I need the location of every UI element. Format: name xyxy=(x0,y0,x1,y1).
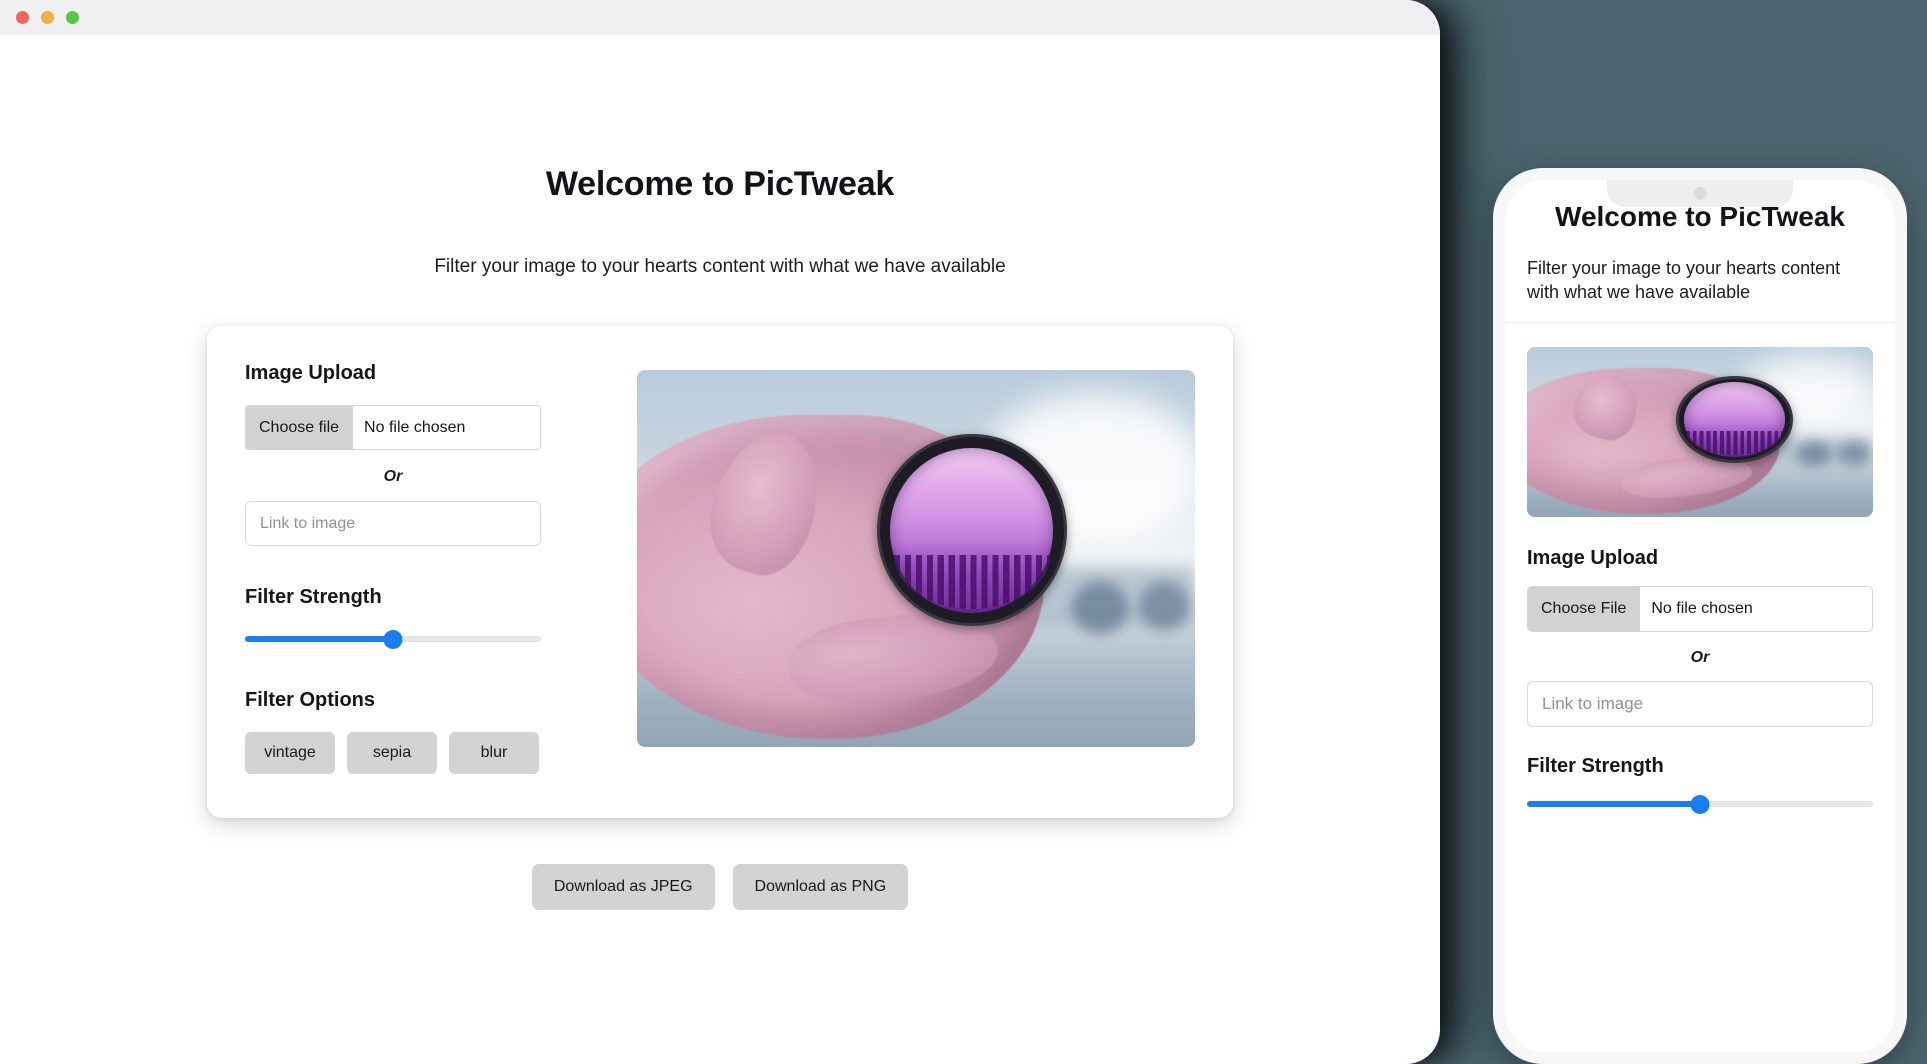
editor-controls-column: Image Upload Choose file No file chosen … xyxy=(245,362,543,774)
filter-strength-heading: Filter Strength xyxy=(245,586,382,608)
mobile-slider-thumb[interactable] xyxy=(1690,794,1710,814)
mobile-photo-background-dot-right xyxy=(1838,442,1870,465)
filter-strength-slider[interactable] xyxy=(245,629,541,649)
mobile-filter-strength-slider[interactable] xyxy=(1527,794,1873,814)
mobile-file-status-label: No file chosen xyxy=(1651,600,1753,618)
spacer-filters xyxy=(245,649,543,689)
mobile-page-subtitle: Filter your image to your hearts content… xyxy=(1527,257,1841,302)
mobile-slider-fill xyxy=(1527,801,1700,808)
download-jpeg-button[interactable]: Download as JPEG xyxy=(531,864,715,910)
photo-thumb xyxy=(697,420,834,586)
mobile-image-upload-heading: Image Upload xyxy=(1527,547,1659,570)
desktop-page-body: Welcome to PicTweak Filter your image to… xyxy=(0,35,1440,1064)
mobile-choose-file-button[interactable]: Choose File xyxy=(1528,587,1641,632)
photo-lens-ring xyxy=(876,434,1067,627)
minimize-window-button[interactable] xyxy=(41,11,54,24)
mobile-screen: Welcome to PicTweak Filter your image to… xyxy=(1505,180,1895,1052)
filter-button-blur[interactable]: blur xyxy=(449,732,539,774)
mobile-filter-strength-heading: Filter Strength xyxy=(1527,755,1664,778)
slider-fill xyxy=(245,636,393,642)
mobile-file-upload-control[interactable]: Choose File No file chosen xyxy=(1527,586,1873,633)
page-subtitle: Filter your image to your hearts content… xyxy=(434,256,1006,277)
mobile-body: Image Upload Choose File No file chosen … xyxy=(1505,323,1895,814)
choose-file-button[interactable]: Choose file xyxy=(246,406,354,449)
page-title: Welcome to PicTweak xyxy=(545,165,895,203)
mobile-preview-photo xyxy=(1527,347,1873,518)
maximize-window-button[interactable] xyxy=(66,11,79,24)
mobile-device-frame: Welcome to PicTweak Filter your image to… xyxy=(1493,168,1907,1064)
mobile-image-link-input[interactable] xyxy=(1527,681,1873,728)
download-png-button[interactable]: Download as PNG xyxy=(732,864,909,910)
close-window-button[interactable] xyxy=(16,11,29,24)
mobile-image-preview xyxy=(1527,347,1873,518)
editor-preview-column xyxy=(579,362,1195,774)
mobile-photo-lens-ring xyxy=(1675,376,1794,463)
phone-notch xyxy=(1607,180,1793,207)
desktop-browser-window: Welcome to PicTweak Filter your image to… xyxy=(0,0,1440,1064)
photo-background-dot-left xyxy=(1072,581,1129,634)
download-buttons-row: Download as JPEG Download as PNG xyxy=(0,864,1440,910)
mobile-spacer-strength xyxy=(1527,727,1873,755)
image-preview xyxy=(637,370,1195,747)
slider-thumb[interactable] xyxy=(383,629,403,649)
mobile-photo-thumb xyxy=(1567,367,1646,447)
mobile-photo-lens-filter xyxy=(1675,376,1794,463)
preview-photo xyxy=(637,370,1195,747)
filter-options-row: vintage sepia blur xyxy=(245,732,543,774)
image-upload-heading: Image Upload xyxy=(245,362,377,384)
window-titlebar xyxy=(0,0,1440,35)
spacer-strength xyxy=(245,546,543,586)
editor-card: Image Upload Choose file No file chosen … xyxy=(207,326,1233,818)
filter-options-heading: Filter Options xyxy=(245,689,375,711)
front-camera-icon xyxy=(1693,187,1707,200)
file-upload-control[interactable]: Choose file No file chosen xyxy=(245,405,541,450)
or-separator-label: Or xyxy=(383,468,403,485)
filter-button-sepia[interactable]: sepia xyxy=(347,732,437,774)
filter-button-vintage[interactable]: vintage xyxy=(245,732,335,774)
image-link-input[interactable] xyxy=(245,501,541,546)
mobile-or-separator-label: Or xyxy=(1690,649,1710,667)
file-status-label: No file chosen xyxy=(364,418,466,436)
photo-lens-filter xyxy=(876,434,1067,627)
